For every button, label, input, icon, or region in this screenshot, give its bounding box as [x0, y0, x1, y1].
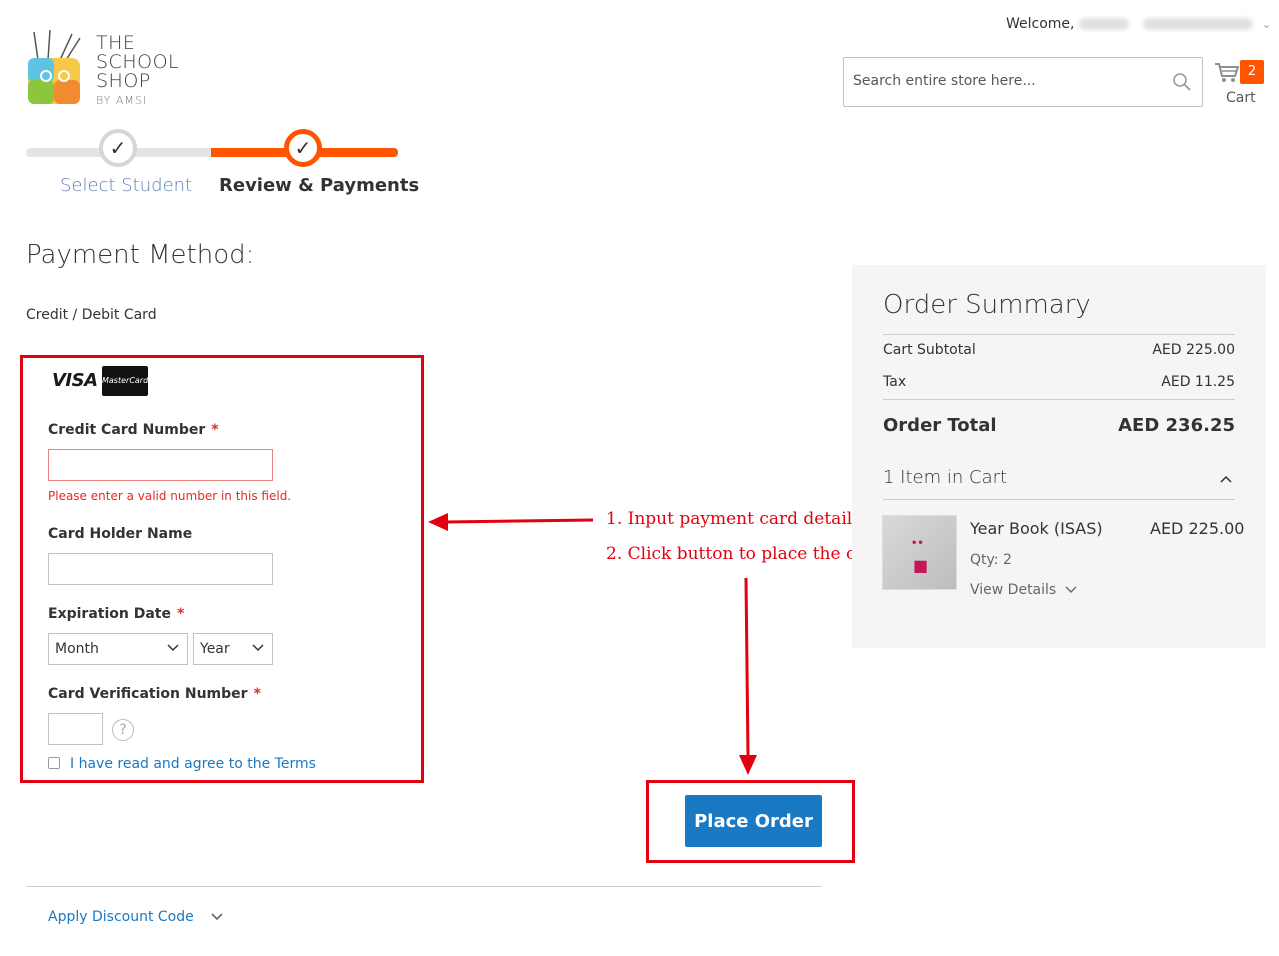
cart-icon	[1215, 63, 1240, 82]
cart-subtotal-row: Cart Subtotal AED 225.00	[883, 342, 1235, 358]
thumbnail-mark-bottom: ■	[913, 556, 929, 575]
chevron-down-icon	[167, 644, 179, 652]
minicart[interactable]: 2 Cart	[1214, 58, 1266, 108]
step-2-check-icon: ✓	[284, 129, 322, 167]
card-holder-input[interactable]	[48, 553, 273, 585]
card-holder-label: Card Holder Name	[48, 526, 193, 542]
expiration-month-value: Month	[55, 641, 99, 657]
chevron-down-icon	[1065, 586, 1077, 593]
cart-subtotal-value: AED 225.00	[1152, 342, 1235, 358]
search-input[interactable]	[844, 58, 1144, 104]
order-total-row: Order Total AED 236.25	[883, 415, 1235, 436]
order-total-value: AED 236.25	[1118, 415, 1235, 436]
mastercard-logo-icon: MasterCard	[102, 366, 148, 396]
tax-row: Tax AED 11.25	[883, 374, 1235, 390]
apply-discount-toggle[interactable]: Apply Discount Code	[48, 909, 224, 925]
blurred-first-name	[1078, 18, 1129, 30]
terms-checkbox[interactable]	[48, 757, 60, 769]
divider	[883, 399, 1235, 400]
expiration-label-text: Expiration Date	[48, 606, 171, 622]
required-marker: *	[176, 606, 185, 622]
expiration-year-select[interactable]: Year	[193, 633, 273, 665]
arrow-left-head-icon	[428, 513, 448, 531]
chevron-down-icon: ⌄	[1261, 18, 1272, 31]
card-number-label-text: Credit Card Number	[48, 422, 206, 438]
expiration-month-select[interactable]: Month	[48, 633, 188, 665]
terms-link[interactable]: I have read and agree to the Terms	[70, 756, 316, 772]
arrow-left-line	[445, 518, 594, 524]
divider	[883, 499, 1235, 500]
tax-value: AED 11.25	[1161, 374, 1235, 390]
visa-logo-icon: VISA	[52, 370, 98, 391]
expiration-label: Expiration Date *	[48, 606, 184, 622]
welcome-menu[interactable]: Welcome, ⌄	[1006, 16, 1271, 32]
cart-label: Cart	[1226, 90, 1256, 106]
arrow-down-line	[744, 577, 750, 757]
help-question-icon[interactable]: ?	[112, 719, 134, 741]
logo-by: BY AMSI	[96, 94, 148, 107]
order-total-label: Order Total	[883, 415, 997, 436]
search-box	[843, 57, 1203, 107]
divider	[883, 334, 1235, 335]
logo-text: THE SCHOOL SHOP BY AMSI	[96, 34, 179, 108]
apply-discount-label: Apply Discount Code	[48, 909, 194, 925]
arrow-down-head-icon	[739, 755, 757, 775]
chevron-up-icon	[1220, 475, 1232, 483]
cvv-label-text: Card Verification Number	[48, 686, 248, 702]
item-qty: Qty: 2	[970, 552, 1012, 568]
logo-line-3: SHOP	[96, 70, 151, 92]
chevron-down-icon	[252, 644, 264, 652]
card-number-error: Please enter a valid number in this fiel…	[48, 489, 292, 503]
step-review-payments: Review & Payments	[219, 175, 420, 196]
product-thumbnail: •• ■	[882, 515, 957, 590]
thumbnail-mark-top: ••	[911, 538, 924, 549]
card-number-input[interactable]	[48, 449, 273, 481]
required-marker: *	[253, 686, 261, 702]
welcome-text: Welcome,	[1006, 16, 1075, 32]
place-order-button[interactable]: Place Order	[685, 795, 822, 847]
divider	[26, 886, 822, 887]
blurred-full-name	[1143, 18, 1254, 30]
tax-label: Tax	[883, 374, 907, 390]
step-1-check-icon[interactable]: ✓	[99, 129, 137, 167]
step-select-student[interactable]: Select Student	[60, 175, 192, 196]
search-icon[interactable]	[1172, 72, 1192, 92]
item-name: Year Book (ISAS)	[970, 519, 1103, 538]
annotation-step-2: 2. Click button to place the order	[606, 544, 894, 564]
view-details-toggle[interactable]: View Details	[970, 582, 1077, 598]
chevron-down-icon	[211, 913, 223, 921]
view-details-label: View Details	[970, 582, 1057, 598]
cvv-input[interactable]	[48, 713, 103, 745]
cvv-label: Card Verification Number *	[48, 686, 261, 702]
cart-count-badge: 2	[1240, 60, 1264, 84]
items-in-cart-label: 1 Item in Cart	[883, 467, 1008, 488]
item-price: AED 225.00	[1150, 519, 1245, 538]
payment-method-title: Payment Method:	[26, 240, 255, 270]
order-summary-title: Order Summary	[883, 290, 1091, 320]
card-number-label: Credit Card Number *	[48, 422, 219, 438]
items-in-cart-toggle[interactable]: 1 Item in Cart	[883, 467, 1235, 488]
required-marker: *	[211, 422, 219, 438]
expiration-year-value: Year	[200, 641, 230, 657]
payment-method-name: Credit / Debit Card	[26, 307, 157, 323]
annotation-step-1: 1. Input payment card details	[606, 509, 861, 529]
cart-subtotal-label: Cart Subtotal	[883, 342, 976, 358]
